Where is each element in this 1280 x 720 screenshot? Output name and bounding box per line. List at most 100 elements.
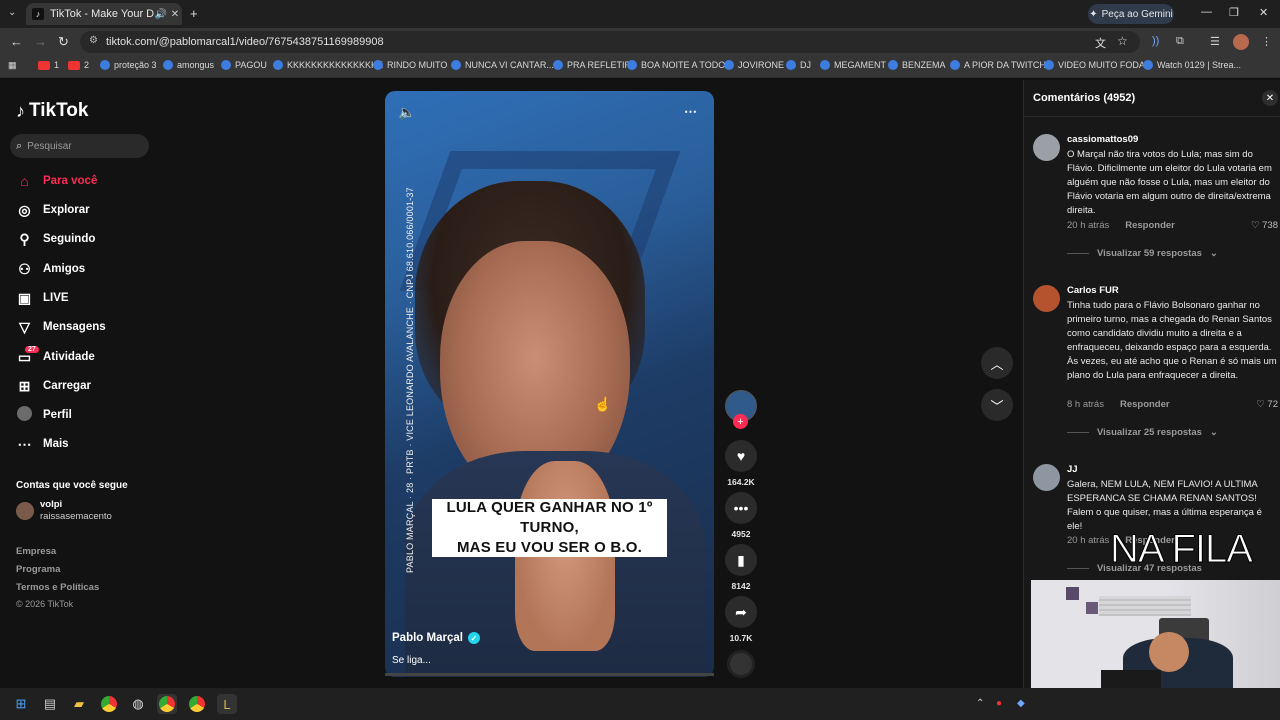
profile-avatar-icon[interactable] (1233, 34, 1249, 50)
search-input[interactable]: ⌕ Pesquisar (10, 134, 149, 158)
bookmark-item[interactable]: JOVIRONE (724, 60, 784, 70)
home-icon: ⌂ (20, 173, 29, 189)
video-progress-bar[interactable] (385, 673, 714, 676)
site-info-icon[interactable]: ⚙ (89, 35, 98, 46)
nav-profile[interactable]: Perfil (16, 404, 72, 426)
reload-icon[interactable]: ↻ (58, 34, 69, 50)
footer-program-link[interactable]: Programa (16, 564, 60, 575)
footer-terms-link[interactable]: Termos e Políticas (16, 582, 99, 593)
caption-line-2: MAS EU VOU SER O B.O. (456, 539, 643, 556)
bookmark-item[interactable]: PRA REFLETIR (553, 60, 631, 70)
browser-tab-tiktok[interactable]: ♪ TikTok - Make Your Day 🔊 ✕ (26, 3, 182, 25)
avatar[interactable] (1033, 134, 1060, 161)
speaker-icon[interactable]: 🔊 (154, 9, 168, 20)
save-button[interactable]: ▮ 8142 (724, 544, 758, 591)
game-launcher-icon[interactable]: L (217, 694, 237, 714)
nav-activity[interactable]: ▭ 27 Atividade (16, 345, 95, 368)
close-icon[interactable]: ✕ (1262, 90, 1278, 106)
obs-icon[interactable]: ◍ (128, 694, 148, 714)
comment-like[interactable]: ♡ 72 (1256, 399, 1278, 410)
chrome-icon[interactable] (99, 694, 119, 714)
bookmark-item[interactable]: Watch 0129 | Strea... (1143, 60, 1241, 70)
window-close-icon[interactable]: ✕ (1259, 6, 1268, 19)
apps-grid-icon[interactable]: ▦ (8, 60, 17, 71)
nav-for-you[interactable]: ⌂ Para você (16, 170, 97, 192)
avatar[interactable] (1033, 464, 1060, 491)
followed-handle: raissasemacento (40, 511, 112, 522)
activity-icon: ▭ 27 (16, 345, 39, 366)
bookmark-item[interactable]: MEGAMENT (820, 60, 886, 70)
bookmark-item[interactable]: DJ (786, 60, 811, 70)
followed-account[interactable]: volpi raissasemacento (16, 499, 112, 523)
minimize-icon[interactable]: — (1201, 6, 1212, 18)
nav-more[interactable]: ⋯ Mais (16, 433, 69, 455)
tray-network-icon[interactable]: ◆ (1017, 698, 1025, 709)
footer-company-link[interactable]: Empresa (16, 546, 56, 557)
chrome-profile-icon[interactable] (187, 694, 207, 714)
video-author[interactable]: Pablo Marçal ✓ (392, 632, 480, 644)
like-button[interactable]: ♥ 164.2K (724, 440, 758, 487)
close-tab-icon[interactable]: ✕ (168, 9, 182, 20)
file-explorer-icon[interactable]: ▰ (69, 694, 89, 714)
media-icon[interactable]: )) (1152, 35, 1159, 47)
extensions-icon[interactable]: ⧉ (1176, 35, 1184, 48)
next-video-button[interactable]: ﹀ (981, 389, 1013, 421)
chrome-active-icon[interactable] (157, 694, 177, 714)
gemini-button[interactable]: ✦ Peça ao Gemini (1088, 4, 1174, 24)
reading-list-icon[interactable]: ☰ (1210, 35, 1220, 48)
comment-like[interactable]: ♡ 738 (1251, 220, 1278, 231)
comment-username[interactable]: cassiomattos09 (1067, 134, 1138, 145)
url-input[interactable]: ⚙ tiktok.com/@pablomarcal1/video/7675438… (80, 31, 1140, 53)
comment-username[interactable]: Carlos FUR (1067, 285, 1119, 296)
calculator-icon[interactable]: ▤ (40, 694, 60, 714)
view-replies-button[interactable]: Visualizar 25 respostas ⌄ (1067, 427, 1218, 438)
bookmark-star-icon[interactable]: ☆ (1117, 34, 1128, 48)
bookmark-item[interactable]: NUNCA VI CANTAR... (451, 60, 554, 70)
bookmark-item[interactable]: VIDEO MUITO FODA (1044, 60, 1145, 70)
bookmark-item[interactable]: proteção 3 (100, 60, 157, 70)
reply-button[interactable]: Responder (1125, 220, 1175, 231)
nav-upload[interactable]: ⊞ Carregar (16, 375, 91, 397)
nav-live[interactable]: ▣ LIVE (16, 287, 69, 309)
view-replies-button[interactable]: Visualizar 59 respostas ⌄ (1067, 248, 1218, 259)
bookmark-item[interactable]: A PIOR DA TWITCH (950, 60, 1046, 70)
browser-menu-icon[interactable]: ⋮ (1261, 35, 1272, 48)
tiktok-logo[interactable]: ♪ TikTok (16, 100, 88, 122)
bookmark-item[interactable]: BENZEMA (888, 60, 946, 70)
translate-icon[interactable]: 文 (1095, 35, 1106, 51)
bookmark-favicon-icon (786, 60, 796, 70)
video-more-icon[interactable]: ⋯ (684, 104, 697, 120)
url-text: tiktok.com/@pablomarcal1/video/767543875… (106, 36, 384, 48)
bookmark-item[interactable]: 1 (38, 60, 59, 70)
forward-icon[interactable]: → (34, 34, 47, 49)
bookmark-item[interactable]: BOA NOITE A TODO (627, 60, 725, 70)
music-disc-icon[interactable] (727, 650, 755, 678)
video-player[interactable] (385, 91, 714, 677)
bookmark-item[interactable]: 2 (68, 60, 89, 70)
bookmark-item[interactable]: KKKKKKKKKKKKKKKK (273, 60, 383, 70)
nav-explore[interactable]: ◎ Explorar (16, 199, 89, 221)
nav-friends[interactable]: ⚇ Amigos (16, 258, 85, 280)
share-button[interactable]: ➦ 10.7K (724, 596, 758, 643)
nav-following[interactable]: ⚲ Seguindo (16, 228, 95, 250)
volume-icon[interactable]: 🔈 (398, 104, 415, 121)
restore-icon[interactable]: ❐ (1229, 6, 1239, 19)
tray-app-icon[interactable]: ● (996, 698, 1002, 709)
nav-messages[interactable]: ▽ Mensagens (16, 316, 106, 338)
back-icon[interactable]: ← (10, 34, 23, 49)
reply-button[interactable]: Responder (1120, 399, 1170, 410)
bookmark-item[interactable]: PAGOU (221, 60, 267, 70)
windows-start-icon[interactable]: ⊞ (11, 694, 31, 714)
comment-button[interactable]: ••• 4952 (724, 492, 758, 539)
avatar[interactable] (1033, 285, 1060, 312)
gemini-icon: ✦ (1089, 8, 1098, 20)
follow-plus-icon[interactable]: + (733, 414, 748, 429)
bookmark-item[interactable]: RINDO MUITO (373, 60, 447, 70)
bookmark-item[interactable]: amongus (163, 60, 214, 70)
tray-chevron-up-icon[interactable]: ⌃ (976, 698, 984, 709)
new-tab-icon[interactable]: + (190, 6, 198, 21)
friends-icon: ⚇ (18, 260, 31, 277)
tab-search-icon[interactable]: ⌄ (8, 7, 16, 18)
previous-video-button[interactable]: ︿ (981, 347, 1013, 379)
comment-username[interactable]: JJ (1067, 464, 1078, 475)
